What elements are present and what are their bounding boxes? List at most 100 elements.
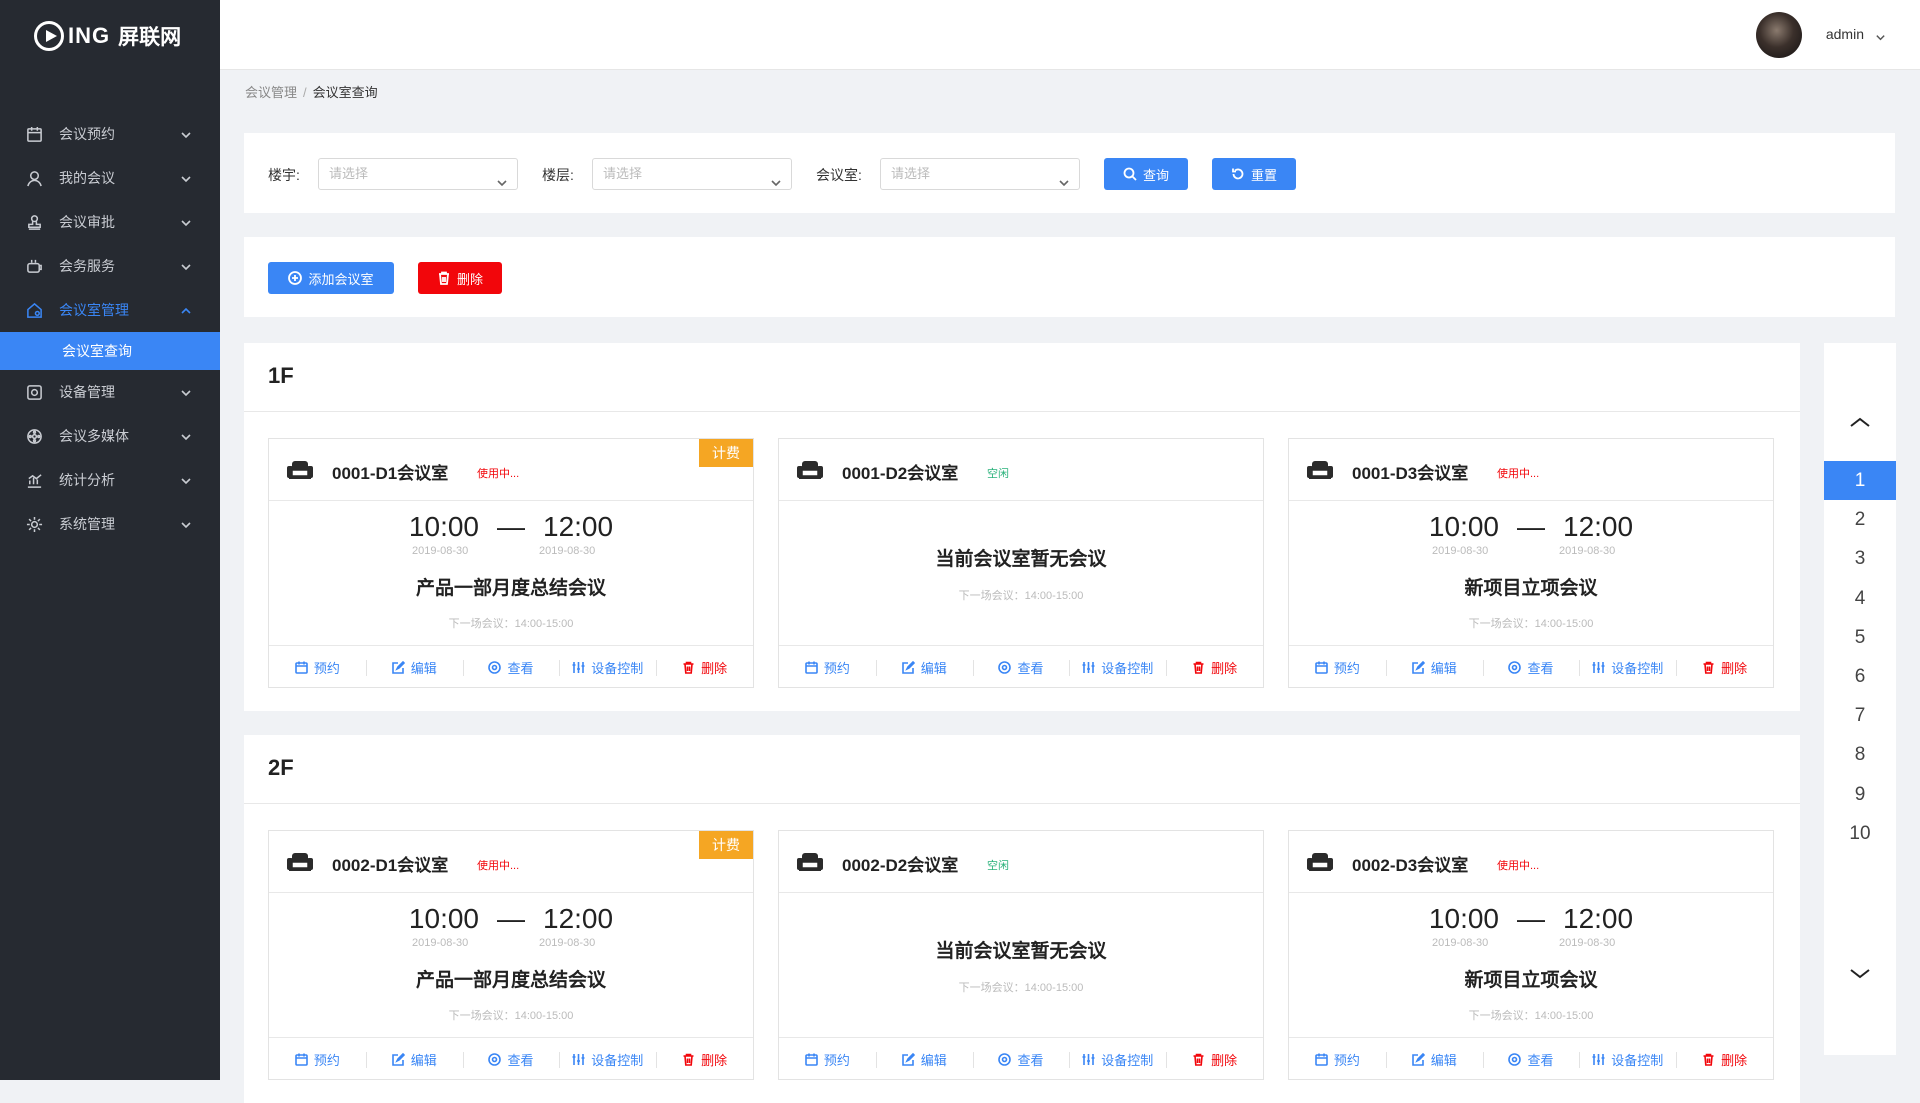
page-item-7[interactable]: 7 [1824, 696, 1896, 735]
book-room-button[interactable]: 预约 [1289, 646, 1386, 687]
delete-room-button[interactable]: 删除 [656, 646, 753, 687]
room-card-header: 0001-D2会议室 空闲 [779, 439, 1263, 501]
book-room-button[interactable]: 预约 [269, 646, 366, 687]
calendar-icon [295, 1053, 314, 1066]
sidebar-item-multimedia[interactable]: 会议多媒体 [0, 414, 220, 458]
room-label: 会议室: [816, 167, 862, 183]
room-card[interactable]: 0001-D1会议室 使用中... 计费 10:00 — 12:00 2019-08-30 2… [268, 438, 754, 688]
edit-icon [391, 1053, 411, 1066]
sidebar-item-system[interactable]: 系统管理 [0, 502, 220, 546]
meeting-time: 10:00 — 12:00 [1289, 511, 1773, 543]
view-room-button[interactable]: 查看 [462, 646, 560, 687]
reset-button[interactable]: 重置 [1212, 158, 1296, 190]
edit-room-button[interactable]: 编辑 [875, 1038, 973, 1079]
control-room-button[interactable]: 设备控制 [1069, 646, 1166, 687]
add-circle-icon [288, 271, 303, 285]
view-room-button[interactable]: 查看 [972, 646, 1070, 687]
control-room-button[interactable]: 设备控制 [559, 1038, 656, 1079]
delete-room-button[interactable]: 删除 [1676, 1038, 1773, 1079]
view-room-button[interactable]: 查看 [462, 1038, 560, 1079]
logo: ING 屏联网 [0, 0, 220, 72]
edit-room-button[interactable]: 编辑 [1385, 646, 1483, 687]
sidebar-item-my-meetings[interactable]: 我的会议 [0, 156, 220, 200]
sofa-icon [797, 851, 823, 873]
book-room-button[interactable]: 预约 [779, 646, 876, 687]
add-room-button[interactable]: 添加会议室 [268, 262, 394, 294]
chevron-up-icon [180, 304, 192, 316]
delete-room-button[interactable]: 删除 [1166, 1038, 1263, 1079]
view-room-button[interactable]: 查看 [1482, 646, 1580, 687]
control-room-button[interactable]: 设备控制 [1579, 646, 1676, 687]
room-card-actions: 预约 编辑 查看 设备控制 删除 [779, 1037, 1263, 1079]
page-item-4[interactable]: 4 [1824, 579, 1896, 618]
page-item-9[interactable]: 9 [1824, 775, 1896, 814]
trash-icon [1702, 661, 1721, 674]
room-name: 0001-D2会议室 [842, 464, 959, 483]
sidebar-item-statistics[interactable]: 统计分析 [0, 458, 220, 502]
edit-room-button[interactable]: 编辑 [875, 646, 973, 687]
chevron-down-icon[interactable] [1848, 967, 1872, 981]
sidebar-item-meeting-booking[interactable]: 会议预约 [0, 112, 220, 156]
room-card-header: 0002-D1会议室 使用中... 计费 [269, 831, 753, 893]
page-item-6[interactable]: 6 [1824, 657, 1896, 696]
room-card[interactable]: 0002-D3会议室 使用中... 10:00 — 12:00 2019-08-30 201… [1288, 830, 1774, 1080]
edit-room-button[interactable]: 编辑 [365, 1038, 463, 1079]
actions-panel: 添加会议室 删除 [244, 237, 1895, 317]
control-room-button[interactable]: 设备控制 [1579, 1038, 1676, 1079]
sliders-icon [572, 1053, 591, 1066]
control-room-button[interactable]: 设备控制 [1069, 1038, 1166, 1079]
building-select[interactable]: 请选择 [318, 158, 518, 190]
book-room-button[interactable]: 预约 [1289, 1038, 1386, 1079]
chevron-down-icon [1059, 169, 1069, 187]
sidebar-subitem-room-query[interactable]: 会议室查询 [0, 332, 220, 370]
meeting-time: 10:00 — 12:00 [269, 511, 753, 543]
page-item-10[interactable]: 10 [1824, 814, 1896, 853]
avatar[interactable] [1756, 12, 1802, 58]
sofa-icon [1307, 459, 1333, 481]
floor-select[interactable]: 请选择 [592, 158, 792, 190]
page-item-1[interactable]: 1 [1824, 461, 1896, 500]
page-item-2[interactable]: 2 [1824, 500, 1896, 539]
chevron-down-icon[interactable] [1875, 30, 1886, 41]
sidebar-item-room-management[interactable]: 会议室管理 [0, 288, 220, 332]
page-item-5[interactable]: 5 [1824, 618, 1896, 657]
delete-room-button[interactable]: 删除 [1676, 646, 1773, 687]
edit-room-button[interactable]: 编辑 [365, 646, 463, 687]
room-card[interactable]: 0002-D2会议室 空闲 当前会议室暂无会议 下一场会议：14:00-15:00 预约… [778, 830, 1264, 1080]
page-item-3[interactable]: 3 [1824, 539, 1896, 578]
delete-room-button[interactable]: 删除 [1166, 646, 1263, 687]
floor-panel: 1F 0001-D1会议室 使用中... 计费 10:00 — 12:00 2019-08-3… [244, 343, 1800, 711]
chevron-up-icon[interactable] [1848, 415, 1872, 429]
query-button[interactable]: 查询 [1104, 158, 1188, 190]
breadcrumb-parent[interactable]: 会议管理 [245, 85, 297, 100]
room-select[interactable]: 请选择 [880, 158, 1080, 190]
book-room-button[interactable]: 预约 [779, 1038, 876, 1079]
eye-icon [488, 1053, 507, 1066]
control-room-button[interactable]: 设备控制 [559, 646, 656, 687]
sidebar-item-label: 统计分析 [59, 472, 115, 488]
status-badge: 使用中... [477, 468, 520, 480]
sidebar-item-device[interactable]: 设备管理 [0, 370, 220, 414]
view-room-button[interactable]: 查看 [972, 1038, 1070, 1079]
room-name: 0002-D3会议室 [1352, 856, 1469, 875]
page-item-8[interactable]: 8 [1824, 735, 1896, 774]
delete-room-button[interactable]: 删除 [656, 1038, 753, 1079]
book-room-button[interactable]: 预约 [269, 1038, 366, 1079]
edit-icon [901, 1053, 921, 1066]
delete-button[interactable]: 删除 [418, 262, 502, 294]
edit-room-button[interactable]: 编辑 [1385, 1038, 1483, 1079]
edit-icon [901, 661, 921, 674]
trash-icon [682, 661, 701, 674]
room-card-header: 0002-D2会议室 空闲 [779, 831, 1263, 893]
sidebar-item-approval[interactable]: 会议审批 [0, 200, 220, 244]
status-badge: 使用中... [1497, 860, 1540, 872]
room-card[interactable]: 0001-D3会议室 使用中... 10:00 — 12:00 2019-08-30 201… [1288, 438, 1774, 688]
view-room-button[interactable]: 查看 [1482, 1038, 1580, 1079]
chevron-down-icon [180, 386, 192, 398]
room-card[interactable]: 0001-D2会议室 空闲 当前会议室暂无会议 下一场会议：14:00-15:00 预约… [778, 438, 1264, 688]
book-label: 预约 [313, 661, 340, 676]
username[interactable]: admin [1826, 26, 1864, 42]
sidebar-item-service[interactable]: 会务服务 [0, 244, 220, 288]
room-card[interactable]: 0002-D1会议室 使用中... 计费 10:00 — 12:00 2019-08-30 2… [268, 830, 754, 1080]
start-date: 2019-08-30 [412, 937, 469, 949]
